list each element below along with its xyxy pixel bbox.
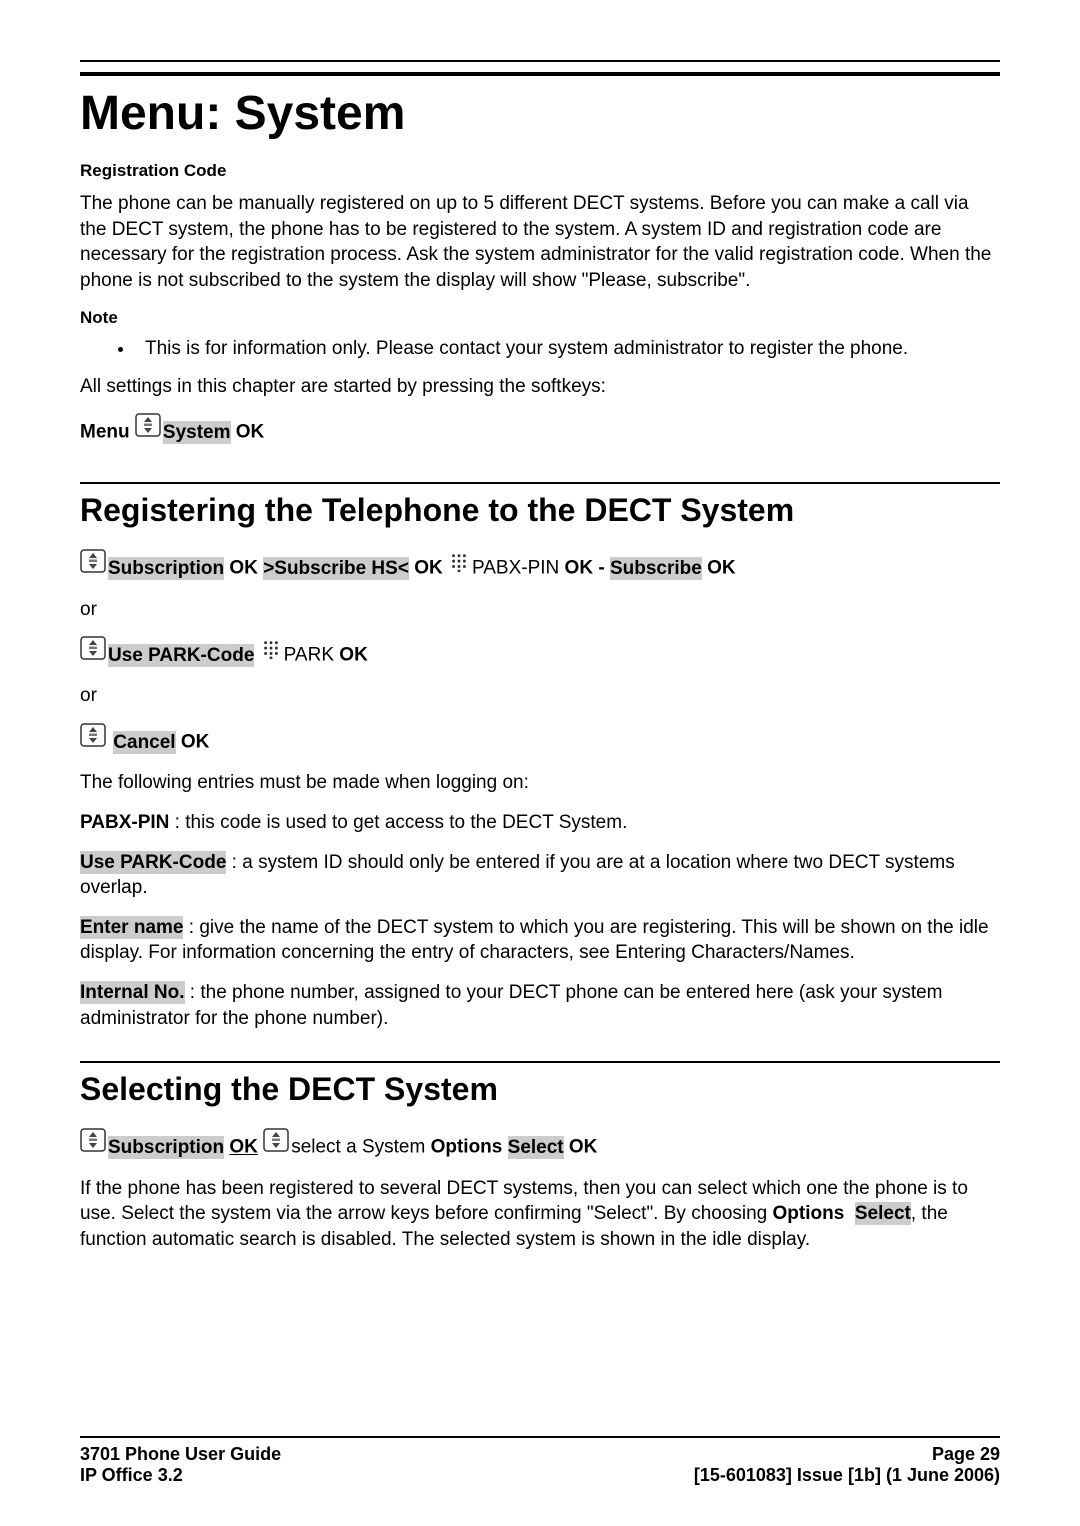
text-or-1: or (80, 597, 1000, 623)
highlight-system: System (163, 421, 231, 444)
footer-divider (80, 1436, 1000, 1438)
text-ok: OK (707, 558, 736, 579)
note-heading: Note (80, 308, 1000, 328)
registration-sequence-1: Subscription OK >Subscribe HS< OK PABX-P… (80, 549, 1000, 588)
highlight-select: Select (508, 1136, 564, 1159)
highlight-subscribe: Subscribe (610, 557, 702, 580)
page-title: Menu: System (80, 86, 1000, 141)
text-ok: OK (569, 1137, 598, 1158)
text-park: PARK (284, 645, 334, 666)
nav-button-icon (80, 1128, 106, 1164)
top-divider-thick (80, 72, 1000, 76)
keypad-icon (262, 637, 280, 671)
text-ok: OK (236, 422, 265, 443)
text-options-inline: Options (773, 1203, 845, 1224)
document-page: Menu: System Registration Code The phone… (0, 0, 1080, 1526)
keypad-icon (450, 550, 468, 584)
pabx-pin-definition: PABX-PIN : this code is used to get acce… (80, 810, 1000, 836)
highlight-subscribe-hs: >Subscribe HS< (263, 557, 409, 580)
registration-code-paragraph: The phone can be manually registered on … (80, 191, 1000, 294)
text-ok: OK (229, 558, 258, 579)
highlight-subscription: Subscription (108, 1136, 224, 1159)
footer-left-1: 3701 Phone User Guide (80, 1444, 281, 1465)
top-divider-thin (80, 60, 1000, 62)
internal-no-definition: Internal No. : the phone number, assigne… (80, 980, 1000, 1031)
text-internal-no-rest: : the phone number, assigned to your DEC… (80, 982, 943, 1029)
highlight-cancel: Cancel (113, 731, 175, 754)
label-enter-name: Enter name (80, 916, 183, 939)
following-entries-line: The following entries must be made when … (80, 770, 1000, 796)
text-ok: OK (565, 558, 594, 579)
nav-button-icon (80, 723, 106, 759)
nav-button-icon (263, 1128, 289, 1164)
note-bullet: This is for information only. Please con… (135, 338, 1000, 360)
text-enter-name-rest: : give the name of the DECT system to wh… (80, 917, 989, 964)
registration-sequence-3: Cancel OK (80, 723, 1000, 762)
footer-left-2: IP Office 3.2 (80, 1465, 183, 1486)
registration-sequence-2: Use PARK-Code PARK OK (80, 636, 1000, 675)
text-ok: OK (181, 732, 210, 753)
selecting-sequence: Subscription OK select a System Options … (80, 1128, 1000, 1167)
label-pabx-pin: PABX-PIN (80, 812, 169, 833)
label-use-park-code: Use PARK-Code (80, 851, 226, 874)
section-divider-registering (80, 482, 1000, 484)
highlight-select-inline: Select (855, 1202, 911, 1225)
nav-button-icon (135, 413, 161, 449)
selecting-paragraph: If the phone has been registered to seve… (80, 1176, 1000, 1253)
page-footer: 3701 Phone User Guide Page 29 IP Office … (80, 1436, 1000, 1486)
text-options: Options (431, 1137, 503, 1158)
all-settings-line: All settings in this chapter are started… (80, 374, 1000, 400)
section-divider-selecting (80, 1061, 1000, 1063)
text-ok-underline: OK (229, 1137, 258, 1158)
text-ok: OK (414, 558, 443, 579)
highlight-subscription: Subscription (108, 557, 224, 580)
footer-right-2: [15-601083] Issue [1b] (1 June 2006) (694, 1465, 1000, 1486)
nav-button-icon (80, 636, 106, 672)
text-or-2: or (80, 683, 1000, 709)
enter-name-definition: Enter name : give the name of the DECT s… (80, 915, 1000, 966)
label-internal-no: Internal No. (80, 981, 185, 1004)
text-dash: - (598, 558, 604, 579)
text-pabx-pin-rest: : this code is used to get access to the… (169, 812, 627, 833)
text-menu: Menu (80, 422, 130, 443)
nav-button-icon (80, 549, 106, 585)
menu-system-sequence: Menu System OK (80, 413, 1000, 452)
heading-registering: Registering the Telephone to the DECT Sy… (80, 492, 1000, 529)
use-park-code-definition: Use PARK-Code : a system ID should only … (80, 850, 1000, 901)
text-select-a-system: select a System (291, 1137, 425, 1158)
note-list: This is for information only. Please con… (80, 338, 1000, 360)
highlight-use-park-code: Use PARK-Code (108, 644, 254, 667)
subheading-registration-code: Registration Code (80, 161, 1000, 181)
footer-right-1: Page 29 (932, 1444, 1000, 1465)
text-ok: OK (339, 645, 368, 666)
heading-selecting: Selecting the DECT System (80, 1071, 1000, 1108)
text-pabx-pin: PABX-PIN (472, 558, 559, 579)
